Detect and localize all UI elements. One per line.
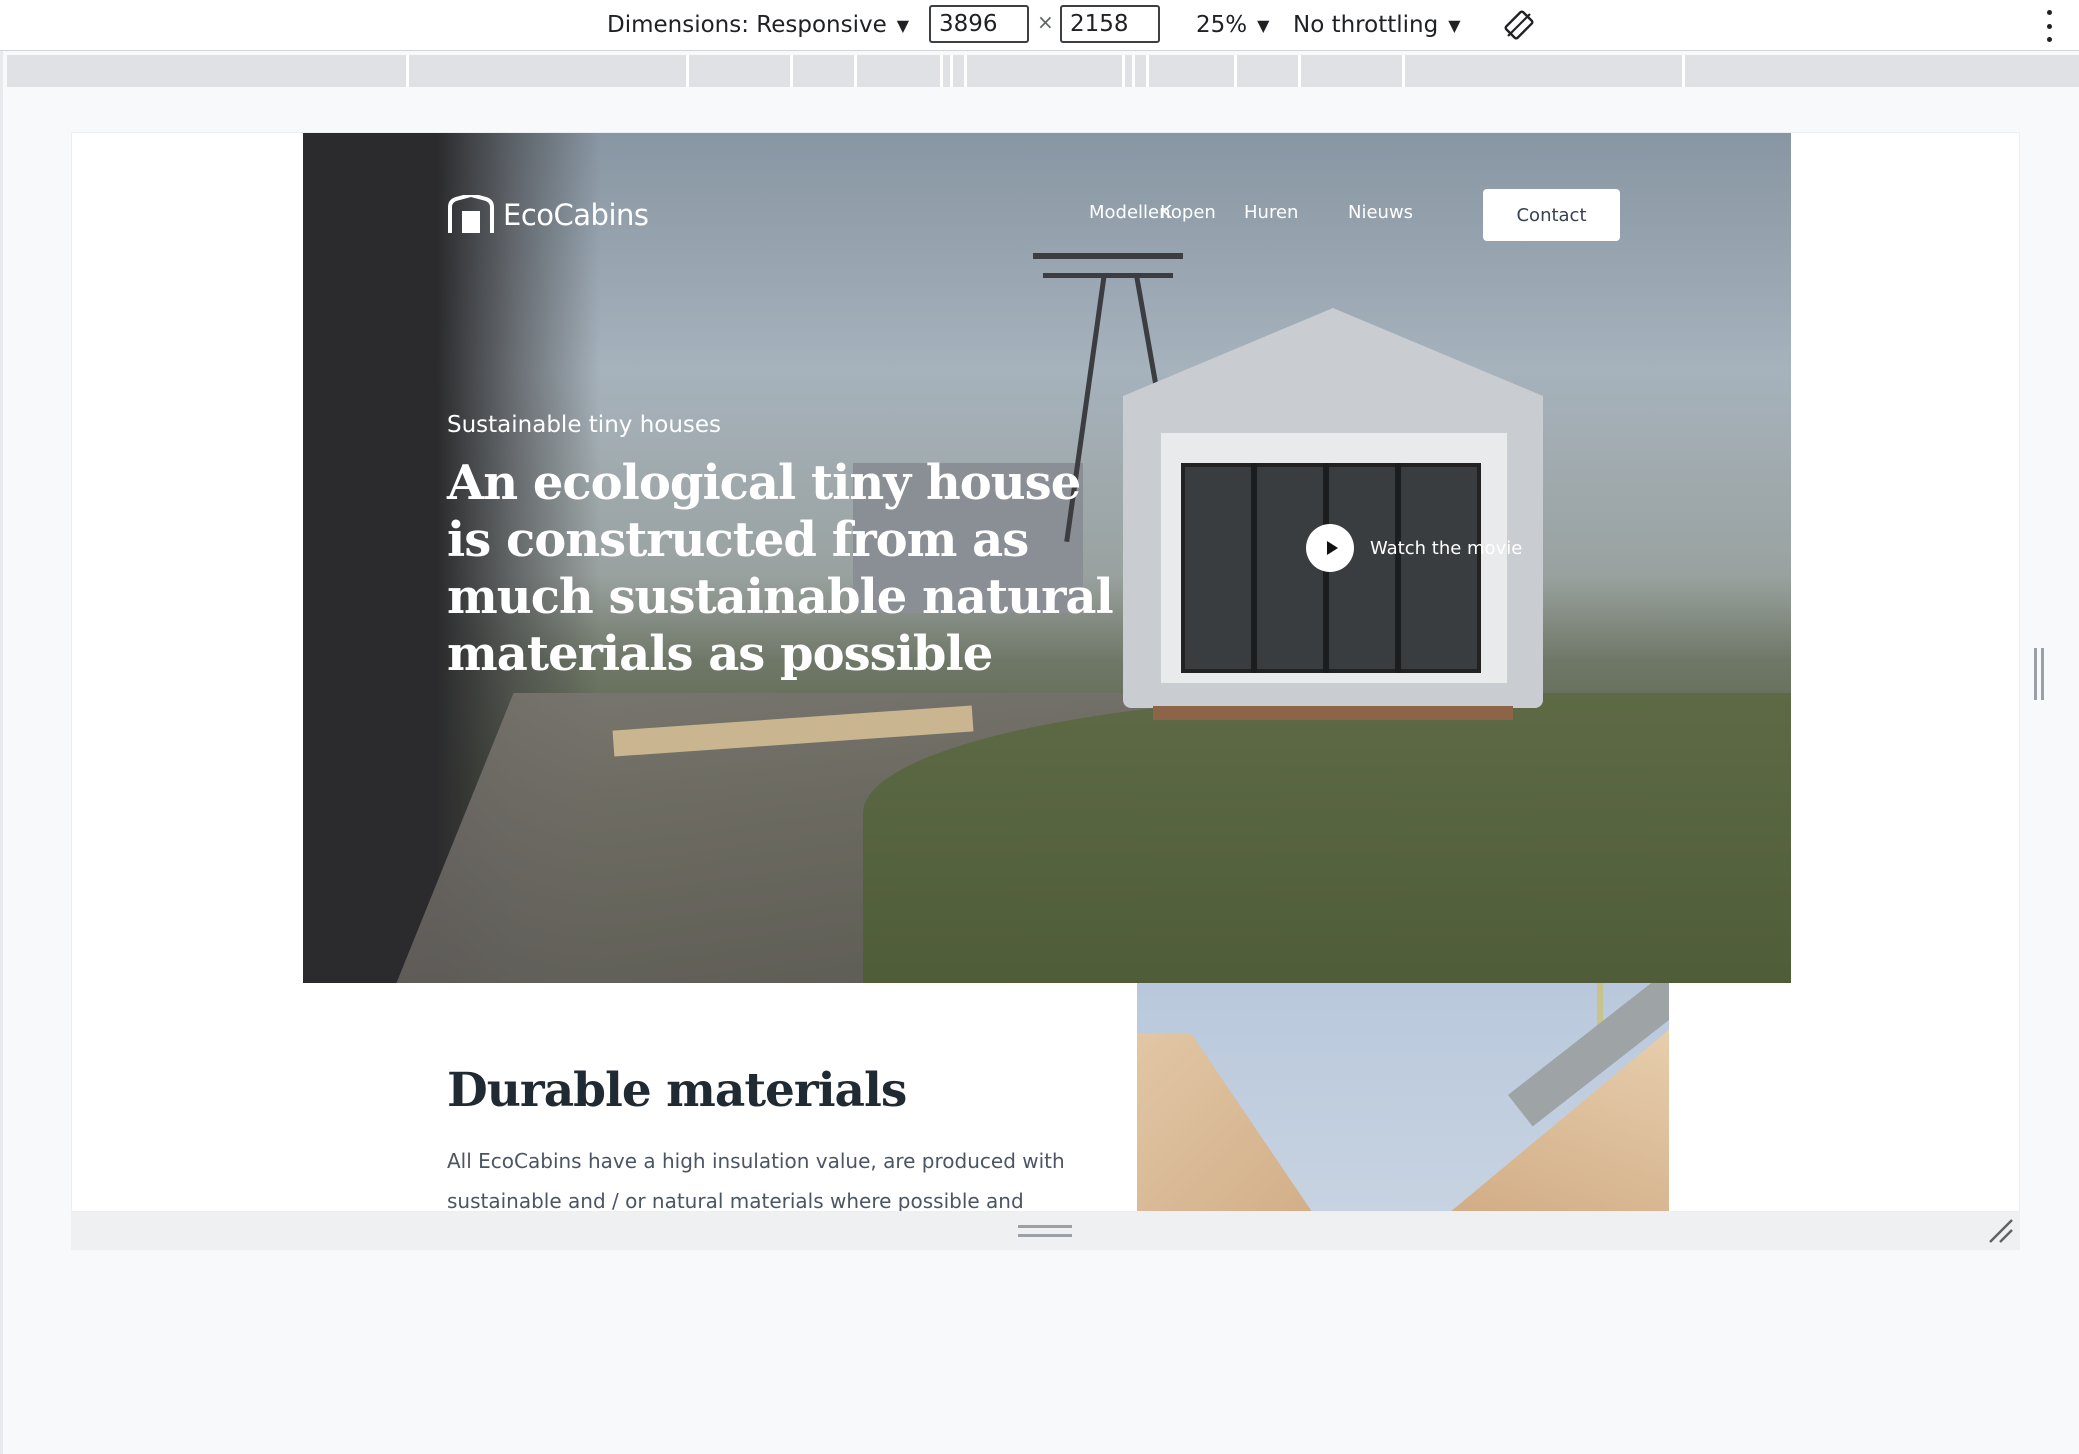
section-text: All EcoCabins have a high insulation val… [447,1149,1065,1212]
nav-item-huren[interactable]: Huren [1244,202,1298,223]
ruler-tick [940,55,943,87]
hero-section: EcoCabins Modellen Kopen Huren Nieuws Co… [303,133,1791,983]
nav-item-modellen[interactable]: Modellen [1089,202,1171,223]
ruler-tick [1132,55,1135,87]
throttling-label: No throttling [1293,12,1439,38]
dimensions-label: Dimensions: Responsive [607,12,887,38]
section-image [1137,983,1669,1211]
more-options-icon[interactable] [2044,10,2054,42]
ruler-tick [854,55,857,87]
chevron-down-icon: ▼ [1448,15,1461,35]
left-gutter [0,51,3,1454]
chevron-down-icon: ▼ [1257,15,1270,35]
zoom-dropdown[interactable]: 25% ▼ [1196,8,1269,42]
media-query-ruler[interactable] [7,55,2079,87]
nav-item-kopen[interactable]: Kopen [1160,202,1216,223]
nav-item-nieuws[interactable]: Nieuws [1348,202,1413,223]
resize-handle-right[interactable] [2034,648,2044,700]
hero-grass [863,693,1791,983]
height-input[interactable]: 2158 [1060,5,1160,43]
dimensions-dropdown[interactable]: Dimensions: Responsive ▼ [607,8,909,42]
ruler-tick [1682,55,1685,87]
watch-movie-label: Watch the movie [1370,537,1523,559]
chevron-down-icon: ▼ [896,15,910,35]
contact-button[interactable]: Contact [1483,189,1620,241]
section-title: Durable materials [447,1063,907,1118]
ruler-tick [1122,55,1125,87]
ruler-tick [1402,55,1405,87]
hero-title: An ecological tiny house is constructed … [447,455,1114,682]
device-toolbar: Dimensions: Responsive ▼ 3896 × 2158 25%… [0,0,2079,51]
times-symbol: × [1037,10,1054,34]
device-viewport: EcoCabins Modellen Kopen Huren Nieuws Co… [71,132,2020,1212]
ruler-tick [790,55,793,87]
ruler-tick [1298,55,1301,87]
ruler-tick [964,55,967,87]
ruler-tick [1234,55,1237,87]
width-input[interactable]: 3896 [929,5,1029,43]
main-navigation: Modellen Kopen Huren Nieuws Contact [303,189,1791,241]
play-icon[interactable] [1306,524,1354,572]
zoom-label: 25% [1196,12,1248,38]
throttling-dropdown[interactable]: No throttling ▼ [1293,8,1461,42]
rotate-icon[interactable] [1503,9,1535,41]
resize-bar-bottom [71,1212,2020,1250]
ruler-tick [1146,55,1149,87]
ruler-tick [686,55,689,87]
ruler-tick [406,55,409,87]
resize-handle-bottom[interactable] [1018,1225,1072,1237]
hero-cabin [1123,308,1543,720]
resize-corner-icon[interactable] [1988,1218,2014,1244]
ruler-tick [950,55,953,87]
hero-kicker: Sustainable tiny houses [447,412,722,438]
watch-movie-button[interactable]: Watch the movie [1306,524,1522,572]
